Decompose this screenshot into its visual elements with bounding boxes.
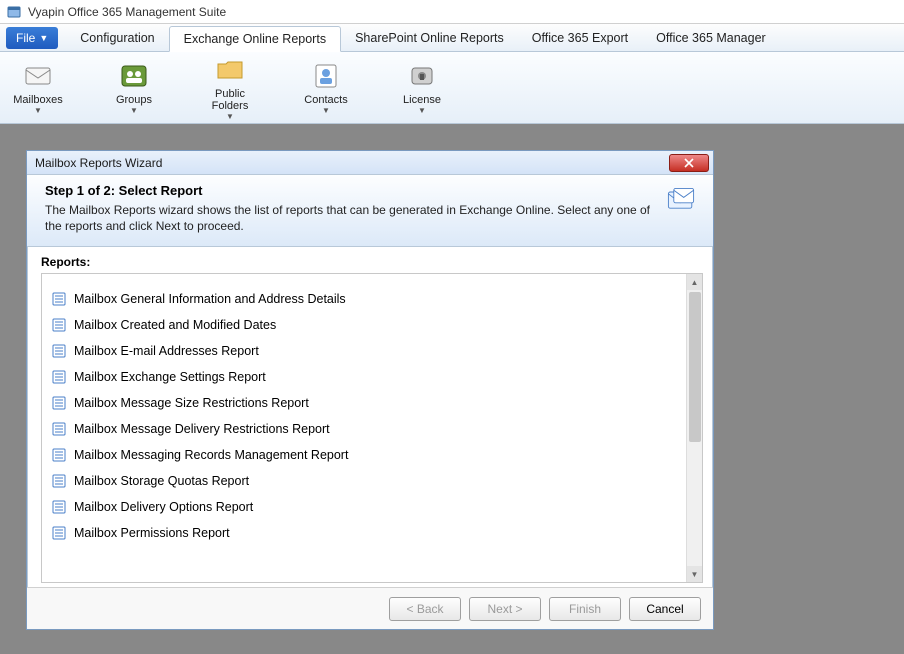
report-item[interactable]: Mailbox Message Size Restrictions Report [48,390,680,416]
license-icon [406,60,438,92]
report-item-label: Mailbox General Information and Address … [74,292,346,306]
titlebar: Vyapin Office 365 Management Suite [0,0,904,24]
report-item[interactable]: Mailbox Storage Quotas Report [48,468,680,494]
file-menu-button[interactable]: File ▼ [6,27,58,49]
app-icon [6,4,22,20]
ribbon-contacts[interactable]: Contacts ▼ [298,60,354,115]
report-item[interactable]: Mailbox General Information and Address … [48,286,680,312]
file-menu-label: File [16,31,35,45]
dropdown-icon: ▼ [322,106,330,115]
ribbon-label: Mailboxes [13,94,63,106]
ribbon-label: License [403,94,441,106]
report-item[interactable]: Mailbox Messaging Records Management Rep… [48,442,680,468]
report-item-label: Mailbox Permissions Report [74,526,230,540]
ribbon-groups[interactable]: Groups ▼ [106,60,162,115]
scroll-thumb[interactable] [689,292,701,442]
wizard-step-desc: The Mailbox Reports wizard shows the lis… [45,202,661,234]
dropdown-icon: ▼ [39,33,48,43]
tab-configuration[interactable]: Configuration [66,25,168,51]
report-icon [52,370,66,384]
scrollbar[interactable]: ▲ ▼ [686,274,702,582]
wizard-title: Mailbox Reports Wizard [35,156,162,170]
dropdown-icon: ▼ [418,106,426,115]
report-item-label: Mailbox Message Size Restrictions Report [74,396,309,410]
report-item[interactable]: Mailbox Exchange Settings Report [48,364,680,390]
report-icon [52,474,66,488]
report-item-label: Mailbox Storage Quotas Report [74,474,249,488]
wizard-dialog: Mailbox Reports Wizard Step 1 of 2: Sele… [26,150,714,630]
report-item-label: Mailbox E-mail Addresses Report [74,344,259,358]
close-button[interactable] [669,154,709,172]
report-icon [52,396,66,410]
report-item-label: Mailbox Message Delivery Restrictions Re… [74,422,330,436]
dropdown-icon: ▼ [226,112,234,121]
next-button[interactable]: Next > [469,597,541,621]
report-icon [52,500,66,514]
wizard-titlebar: Mailbox Reports Wizard [27,151,713,175]
ribbon-label: Groups [116,94,152,106]
scroll-down-button[interactable]: ▼ [687,566,702,582]
report-icon [52,422,66,436]
report-item-label: Mailbox Delivery Options Report [74,500,253,514]
wizard-header-icon [661,183,701,242]
back-button[interactable]: < Back [389,597,461,621]
report-item[interactable]: Mailbox E-mail Addresses Report [48,338,680,364]
tab-sharepoint-online-reports[interactable]: SharePoint Online Reports [341,25,518,51]
report-icon [52,292,66,306]
app-title: Vyapin Office 365 Management Suite [28,5,226,19]
reports-list: Mailbox General Information and Address … [42,274,686,582]
ribbon-public-folders[interactable]: Public Folders ▼ [202,54,258,121]
ribbon: Mailboxes ▼ Groups ▼ Public Folders ▼ Co… [0,52,904,124]
groups-icon [118,60,150,92]
reports-area: Mailbox General Information and Address … [41,273,703,583]
ribbon-license[interactable]: License ▼ [394,60,450,115]
ribbon-mailboxes[interactable]: Mailboxes ▼ [10,60,66,115]
report-icon [52,318,66,332]
tabbar: File ▼ Configuration Exchange Online Rep… [0,24,904,52]
close-icon [684,158,694,168]
app-window: Vyapin Office 365 Management Suite File … [0,0,904,654]
report-item[interactable]: Mailbox Message Delivery Restrictions Re… [48,416,680,442]
tab-office-365-manager[interactable]: Office 365 Manager [642,25,780,51]
finish-button[interactable]: Finish [549,597,621,621]
folders-icon [214,54,246,86]
scroll-up-button[interactable]: ▲ [687,274,702,290]
wizard-footer: < Back Next > Finish Cancel [27,587,713,629]
contacts-icon [310,60,342,92]
wizard-header: Step 1 of 2: Select Report The Mailbox R… [27,175,713,247]
report-item[interactable]: Mailbox Created and Modified Dates [48,312,680,338]
report-item[interactable]: Mailbox Delivery Options Report [48,494,680,520]
tab-office-365-export[interactable]: Office 365 Export [518,25,642,51]
report-item-label: Mailbox Created and Modified Dates [74,318,276,332]
ribbon-label: Public Folders [212,88,249,112]
report-item[interactable]: Mailbox Permissions Report [48,520,680,546]
report-icon [52,448,66,462]
wizard-step-title: Step 1 of 2: Select Report [45,183,661,198]
ribbon-label: Contacts [304,94,347,106]
report-icon [52,344,66,358]
tab-exchange-online-reports[interactable]: Exchange Online Reports [169,26,341,52]
dropdown-icon: ▼ [130,106,138,115]
workspace: Mailbox Reports Wizard Step 1 of 2: Sele… [0,124,904,654]
mailboxes-icon [22,60,54,92]
cancel-button[interactable]: Cancel [629,597,701,621]
report-icon [52,526,66,540]
report-item-label: Mailbox Exchange Settings Report [74,370,266,384]
dropdown-icon: ▼ [34,106,42,115]
reports-label: Reports: [27,247,713,273]
report-item-label: Mailbox Messaging Records Management Rep… [74,448,348,462]
